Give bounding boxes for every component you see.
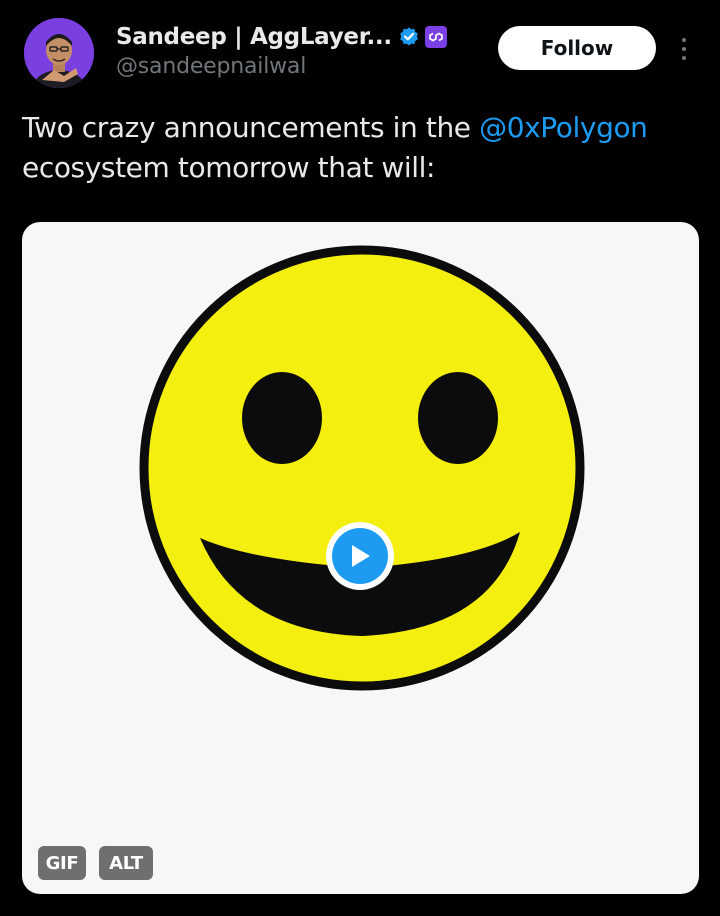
mention-link[interactable]: @0xPolygon xyxy=(479,111,648,144)
more-dot xyxy=(682,38,686,42)
tweet-text-before: Two crazy announcements in the xyxy=(22,111,480,144)
author-display-name[interactable]: Sandeep | AggLayer... xyxy=(116,24,392,50)
tweet-text: Two crazy announcements in the @0xPolygo… xyxy=(22,108,712,188)
avatar[interactable] xyxy=(24,18,94,88)
author-handle[interactable]: @sandeepnailwal xyxy=(116,54,306,79)
verified-badge-icon xyxy=(398,26,420,48)
media-gif[interactable]: GIF ALT xyxy=(22,222,699,894)
follow-button[interactable]: Follow xyxy=(498,26,656,70)
alt-text-button[interactable]: ALT xyxy=(99,846,153,880)
more-dot xyxy=(682,47,686,51)
play-icon xyxy=(332,528,388,584)
polygon-affiliate-icon[interactable] xyxy=(424,26,447,48)
tweet-text-after: ecosystem tomorrow that will: xyxy=(22,151,436,184)
play-button[interactable] xyxy=(326,522,394,590)
more-dot xyxy=(682,56,686,60)
author-name-row[interactable]: Sandeep | AggLayer... xyxy=(116,20,447,54)
more-vertical-icon[interactable] xyxy=(670,30,698,68)
gif-badge: GIF xyxy=(38,846,86,880)
